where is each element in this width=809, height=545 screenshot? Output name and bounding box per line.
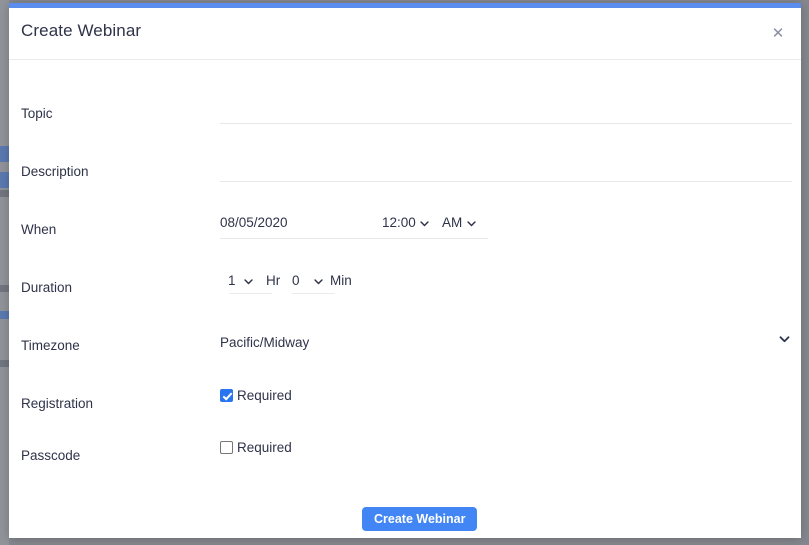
duration-label: Duration [21, 280, 73, 295]
topic-label: Topic [21, 106, 53, 121]
registration-label: Registration [21, 396, 94, 411]
timezone-select[interactable]: Pacific/MidwayPacific/HonoluluAmerica/An… [220, 329, 792, 355]
when-time-select[interactable]: 12:0012:301:001:302:00 [382, 215, 430, 230]
passcode-required-label[interactable]: Required [237, 440, 292, 455]
topic-field-area [220, 98, 792, 124]
close-icon[interactable]: ✕ [767, 23, 789, 45]
background-page-accent [0, 311, 9, 319]
background-page-text [0, 190, 9, 197]
description-field-area [220, 156, 792, 182]
when-field-area: 12:0012:301:001:302:00 AMPM [220, 213, 488, 239]
when-label: When [21, 222, 57, 237]
background-page-text [0, 360, 9, 367]
duration-minutes-unit: Min [330, 273, 352, 288]
duration-minutes-select[interactable]: 0153045 [292, 273, 324, 288]
passcode-label: Passcode [21, 448, 81, 463]
description-label: Description [21, 164, 89, 179]
registration-required-label[interactable]: Required [237, 388, 292, 403]
passcode-required-checkbox[interactable] [220, 441, 233, 454]
passcode-checkbox-wrap[interactable]: Required [220, 440, 292, 455]
create-webinar-modal: Create Webinar ✕ Topic Description When [9, 3, 801, 538]
duration-hours-unit: Hr [266, 273, 281, 288]
duration-minutes-underline [292, 293, 335, 294]
create-webinar-button[interactable]: Create Webinar [362, 507, 478, 531]
timezone-field-area: Pacific/MidwayPacific/HonoluluAmerica/An… [220, 329, 792, 355]
duration-hours-underline [229, 293, 272, 294]
registration-required-checkbox[interactable] [220, 389, 233, 402]
when-meridiem-select[interactable]: AMPM [442, 215, 477, 230]
registration-checkbox-wrap[interactable]: Required [220, 388, 292, 403]
modal-body: Topic Description When 12:0012:301:001:3… [9, 61, 801, 538]
duration-field-area: 012345 Hr 0153045 Min [220, 271, 490, 297]
modal-header: Create Webinar ✕ [9, 8, 801, 60]
modal-title: Create Webinar [21, 21, 142, 40]
description-input[interactable] [220, 156, 792, 182]
topic-input[interactable] [220, 98, 792, 124]
background-page-text [0, 285, 9, 292]
duration-hours-select[interactable]: 012345 [228, 273, 254, 288]
background-page-accent [0, 172, 9, 188]
background-page-sliver [0, 0, 9, 545]
background-page-accent [0, 146, 9, 162]
timezone-label: Timezone [21, 338, 80, 353]
